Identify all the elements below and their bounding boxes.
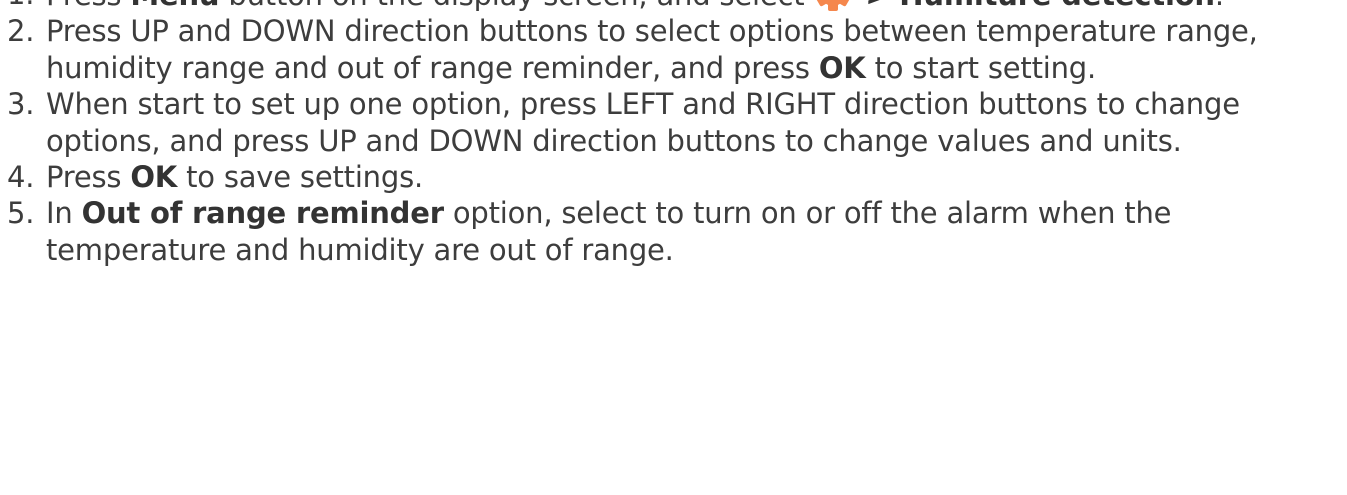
- step-5: 5. In Out of range reminder option, sele…: [0, 195, 1347, 268]
- step-number: 1.: [7, 0, 34, 12]
- menu-button-name: Menu: [130, 0, 219, 12]
- instruction-list: 1. Press Menu button on the display scre…: [0, 0, 1347, 268]
- out-of-range-reminder-label: Out of range reminder: [81, 196, 444, 231]
- step-text: button on the display screen, and select: [219, 0, 813, 12]
- step-text: Press: [46, 160, 131, 195]
- step-1: 1. Press Menu button on the display scre…: [0, 0, 1347, 13]
- step-number: 3.: [7, 87, 35, 122]
- step-number: 2.: [7, 14, 35, 49]
- ok-button-name: OK: [818, 50, 866, 85]
- ok-button-name: OK: [130, 160, 178, 195]
- step-text: to save settings.: [177, 160, 423, 195]
- step-2: 2. Press UP and DOWN direction buttons t…: [0, 13, 1347, 86]
- settings-gear-icon: [815, 0, 851, 12]
- step-3: 3. When start to set up one option, pres…: [0, 86, 1347, 159]
- step-number: 5.: [7, 196, 35, 231]
- step-text: to start setting.: [865, 50, 1097, 85]
- step-text: .: [1215, 0, 1224, 12]
- step-number: 4.: [7, 160, 35, 195]
- step-4: 4. Press OK to save settings.: [0, 159, 1347, 195]
- step-text: Press: [46, 0, 130, 12]
- humiture-detection-label: > Humiture detection: [855, 0, 1215, 12]
- step-text: When start to set up one option, press L…: [46, 87, 1240, 158]
- step-text: In: [46, 196, 82, 231]
